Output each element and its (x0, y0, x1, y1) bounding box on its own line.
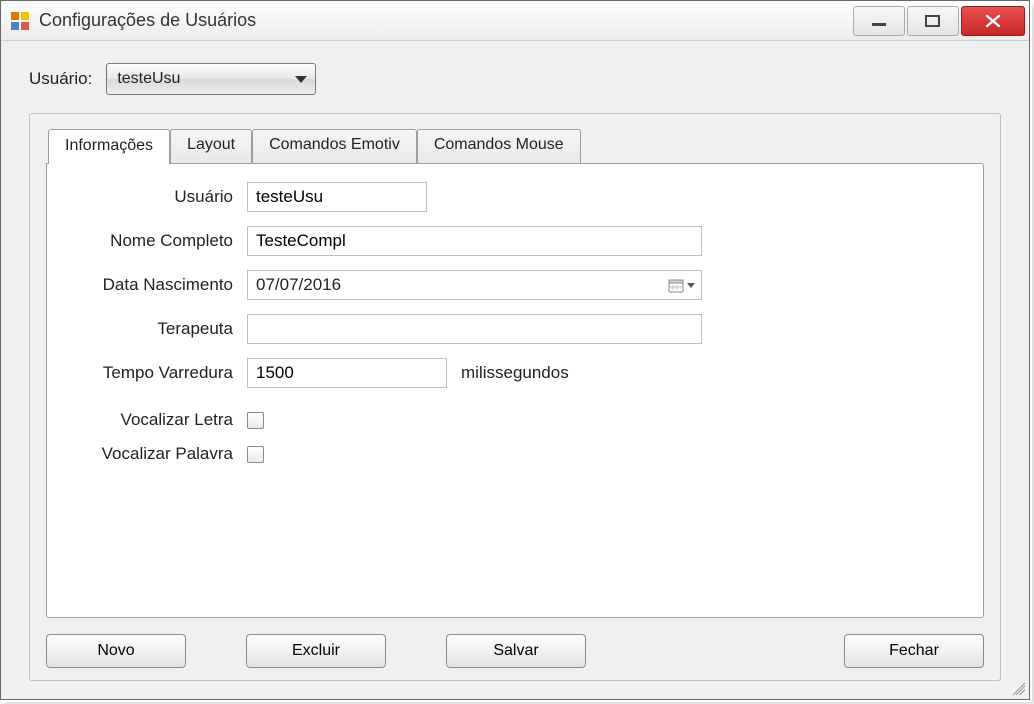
user-selector-label: Usuário: (29, 69, 92, 89)
tempo-varredura-input[interactable] (247, 358, 447, 388)
excluir-button[interactable]: Excluir (246, 634, 386, 668)
app-icon (11, 12, 29, 30)
window-frame: Configurações de Usuários Usuário: (0, 0, 1030, 700)
tempo-varredura-label: Tempo Varredura (67, 363, 247, 383)
calendar-dropdown-icon (668, 278, 695, 293)
client-area: Usuário: testeUsu Informações Layout Com… (1, 41, 1029, 699)
minimize-icon (870, 14, 888, 28)
titlebar: Configurações de Usuários (1, 1, 1029, 41)
nome-completo-label: Nome Completo (67, 231, 247, 251)
tab-comandos-mouse[interactable]: Comandos Mouse (417, 129, 581, 164)
window-title: Configurações de Usuários (39, 10, 256, 31)
terapeuta-label: Terapeuta (67, 319, 247, 339)
user-selector-row: Usuário: testeUsu (29, 63, 1001, 95)
vocalizar-palavra-checkbox[interactable] (247, 446, 264, 463)
tab-strip: Informações Layout Comandos Emotiv Coman… (48, 128, 984, 163)
close-icon (982, 14, 1004, 28)
vocalizar-letra-checkbox[interactable] (247, 412, 264, 429)
tab-comandos-emotiv-label: Comandos Emotiv (269, 136, 400, 153)
data-nascimento-value: 07/07/2016 (256, 275, 668, 295)
fechar-button-label: Fechar (889, 642, 939, 660)
action-buttons-row: Novo Excluir Salvar Fechar (46, 634, 984, 668)
nome-completo-input[interactable] (247, 226, 702, 256)
usuario-input[interactable] (247, 182, 427, 212)
tab-comandos-emotiv[interactable]: Comandos Emotiv (252, 129, 417, 164)
maximize-button[interactable] (907, 6, 959, 36)
tempo-varredura-unit: milissegundos (461, 363, 569, 383)
window-buttons (851, 6, 1025, 36)
excluir-button-label: Excluir (292, 642, 340, 660)
user-selector-value: testeUsu (117, 70, 180, 88)
salvar-button-label: Salvar (493, 642, 538, 660)
settings-panel: Informações Layout Comandos Emotiv Coman… (29, 113, 1001, 681)
tab-informacoes-label: Informações (65, 137, 153, 154)
novo-button[interactable]: Novo (46, 634, 186, 668)
resize-grip[interactable] (1009, 679, 1025, 695)
chevron-down-icon (295, 76, 307, 83)
tab-layout[interactable]: Layout (170, 129, 252, 164)
vocalizar-letra-label: Vocalizar Letra (67, 410, 247, 430)
usuario-label: Usuário (67, 187, 247, 207)
minimize-button[interactable] (853, 6, 905, 36)
tab-layout-label: Layout (187, 136, 235, 153)
user-selector-dropdown[interactable]: testeUsu (106, 63, 316, 95)
data-nascimento-picker[interactable]: 07/07/2016 (247, 270, 702, 300)
data-nascimento-label: Data Nascimento (67, 275, 247, 295)
tab-informacoes[interactable]: Informações (48, 129, 170, 164)
tab-comandos-mouse-label: Comandos Mouse (434, 136, 564, 153)
salvar-button[interactable]: Salvar (446, 634, 586, 668)
terapeuta-input[interactable] (247, 314, 702, 344)
vocalizar-palavra-label: Vocalizar Palavra (67, 444, 247, 464)
tab-panel-informacoes: Usuário Nome Completo Data Nascimento 07… (46, 163, 984, 618)
close-button[interactable] (961, 6, 1025, 36)
novo-button-label: Novo (97, 642, 134, 660)
fechar-button[interactable]: Fechar (844, 634, 984, 668)
maximize-icon (924, 14, 942, 28)
